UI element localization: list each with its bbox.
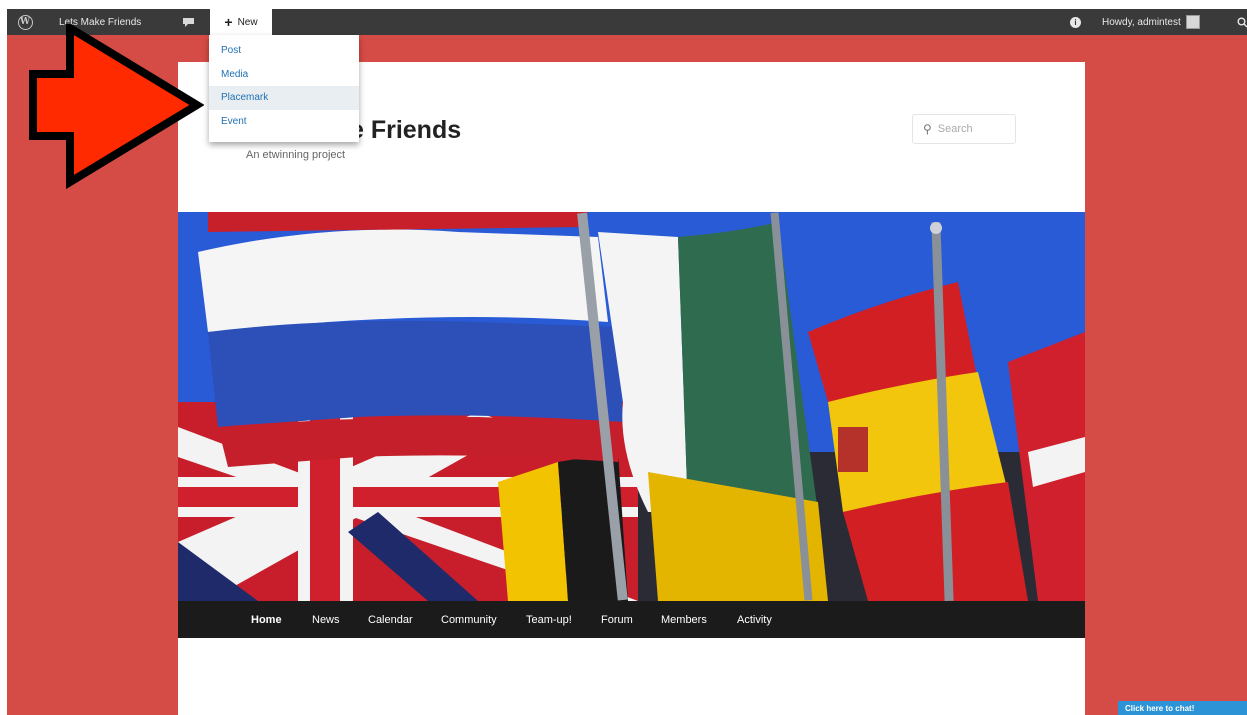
search-icon[interactable] bbox=[1237, 9, 1247, 35]
nav-item-forum[interactable]: Forum bbox=[601, 601, 633, 638]
site-page: Lets Make Friends An etwinning project ⚲… bbox=[178, 62, 1085, 715]
my-account-menu[interactable]: Howdy, admintest bbox=[1102, 9, 1200, 35]
search-input[interactable]: ⚲ Search bbox=[912, 114, 1016, 144]
nav-item-calendar[interactable]: Calendar bbox=[368, 601, 413, 638]
new-menu-item-post[interactable]: Post bbox=[209, 39, 359, 63]
new-menu-item-media[interactable]: Media bbox=[209, 63, 359, 87]
nav-item-community[interactable]: Community bbox=[441, 601, 497, 638]
annotation-arrow bbox=[29, 24, 204, 189]
chat-button[interactable]: Click here to chat! bbox=[1118, 701, 1247, 715]
howdy-text: Howdy, admintest bbox=[1102, 16, 1181, 28]
site-tagline: An etwinning project bbox=[246, 149, 346, 161]
plus-icon: + bbox=[224, 14, 233, 30]
nav-item-activity[interactable]: Activity bbox=[737, 601, 772, 638]
header-image-flags bbox=[178, 212, 1085, 601]
new-menu-item-placemark[interactable]: Placemark bbox=[209, 86, 359, 110]
search-placeholder: Search bbox=[937, 123, 973, 135]
info-icon[interactable]: i bbox=[1070, 9, 1081, 35]
new-menu-item-event[interactable]: Event bbox=[209, 110, 359, 134]
new-content-button[interactable]: + New bbox=[210, 9, 272, 35]
new-content-dropdown: Post Media Placemark Event bbox=[209, 35, 359, 142]
browser-viewport: W Lets Make Friends + New i Howdy, admin… bbox=[7, 9, 1247, 715]
avatar bbox=[1185, 15, 1200, 29]
main-navigation: Home News Calendar Community Team-up! Fo… bbox=[178, 601, 1085, 638]
nav-item-news[interactable]: News bbox=[312, 601, 340, 638]
nav-item-team-up[interactable]: Team-up! bbox=[526, 601, 572, 638]
nav-item-home[interactable]: Home bbox=[251, 601, 282, 638]
search-icon: ⚲ bbox=[923, 122, 932, 136]
new-content-label: New bbox=[237, 16, 258, 28]
nav-item-members[interactable]: Members bbox=[661, 601, 707, 638]
